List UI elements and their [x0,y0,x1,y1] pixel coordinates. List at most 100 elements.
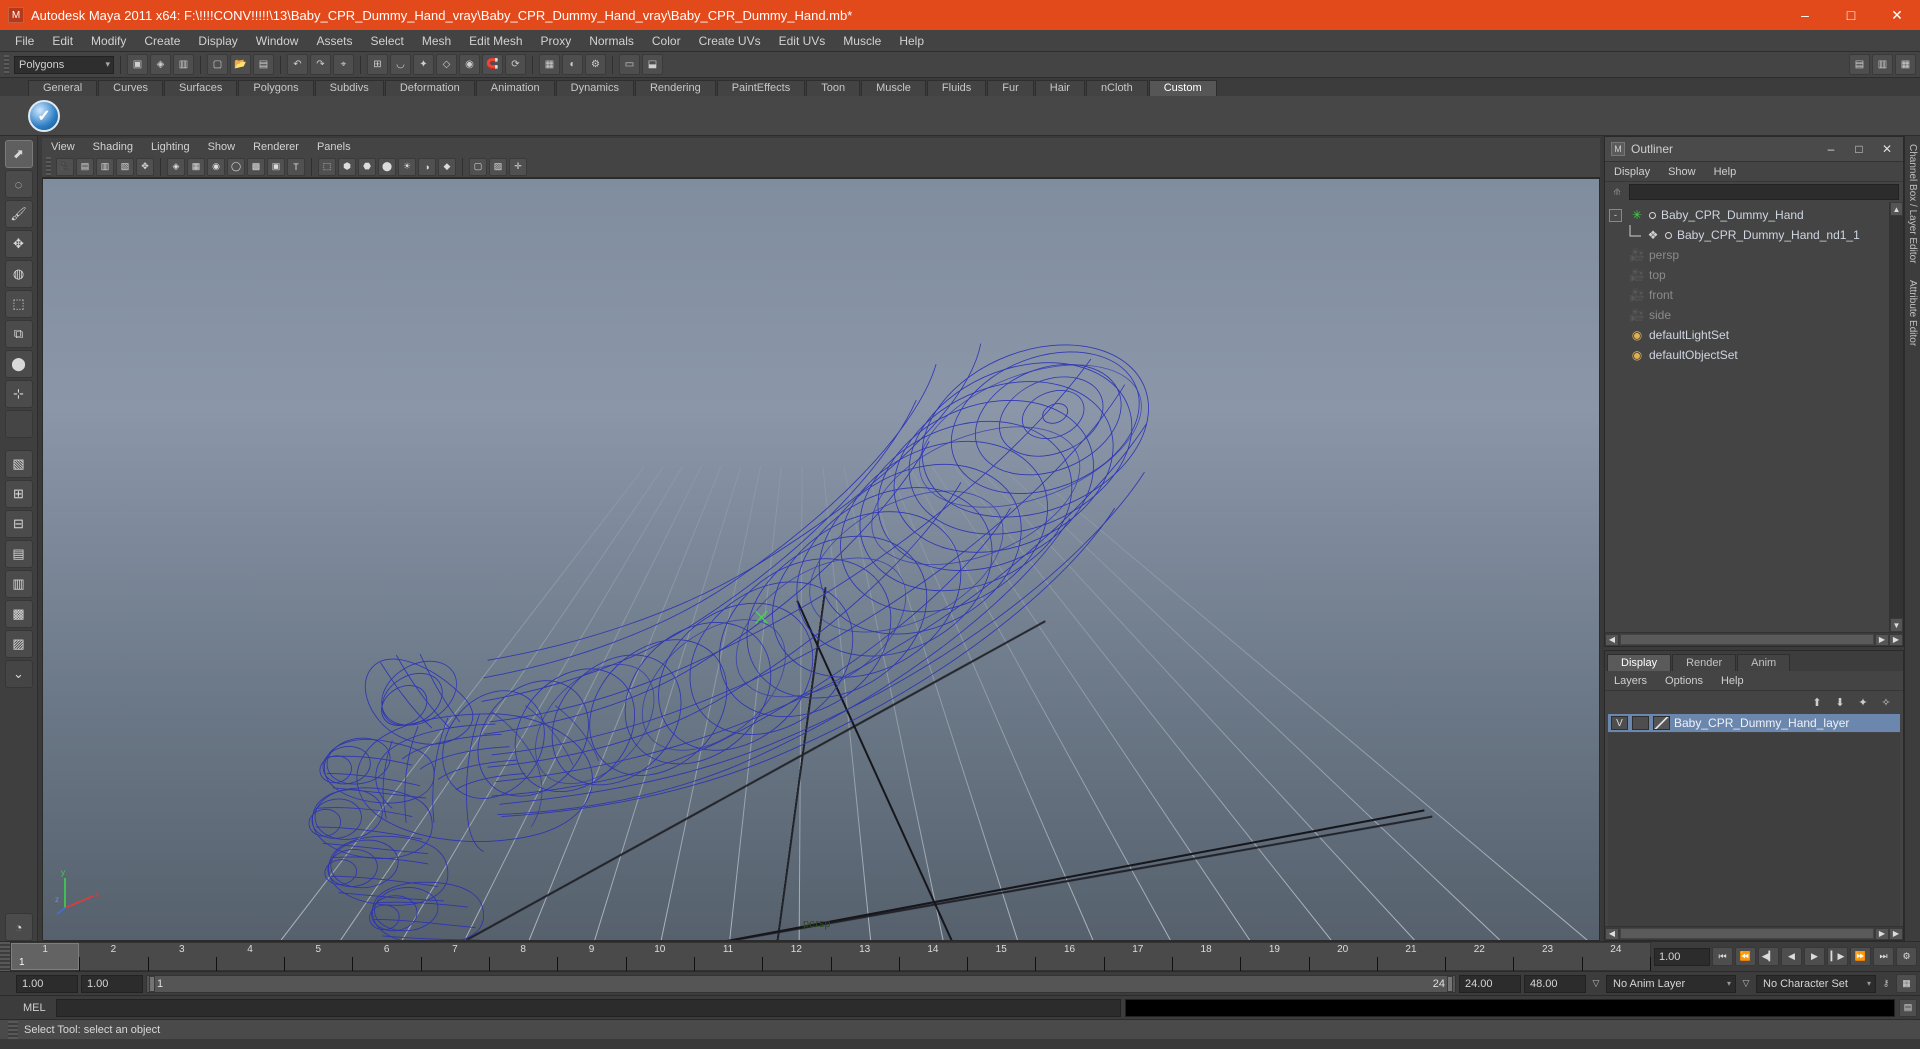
viewport-menu-lighting[interactable]: Lighting [142,141,199,153]
move-tool-icon[interactable]: ✥ [4,230,33,258]
smooth-shade-selected-icon[interactable]: ⬣ [358,157,376,176]
viewport-menu-panels[interactable]: Panels [308,141,360,153]
scale-tool-icon[interactable]: ⬚ [4,290,33,318]
safe-title-icon[interactable]: T [287,157,305,176]
step-back-key-button[interactable]: ⏪ [1735,947,1756,966]
quick-layout-persp-outliner-icon[interactable]: ▥ [4,570,33,598]
lasso-tool-icon[interactable]: ◌ [4,170,33,198]
shaded-textured-icon[interactable]: ⬤ [378,157,396,176]
scroll-right-icon[interactable]: ▶ [1875,927,1889,940]
show-manipulator-icon[interactable]: ⊹ [4,380,33,408]
animation-end-field[interactable]: 48.00 [1524,974,1586,993]
shelf-custom-check-icon[interactable] [28,99,60,132]
layer-list-empty-area[interactable] [1608,733,1900,926]
quick-layout-outliner-icon[interactable]: ⊟ [4,510,33,538]
menu-item-window[interactable]: Window [247,30,308,52]
outliner-horizontal-scrollbar[interactable]: ◀ ▶ ▶ [1605,632,1903,646]
select-by-name-icon[interactable]: ⌖ [333,54,354,75]
magnet-icon[interactable]: 🧲 [482,54,503,75]
menu-item-edit[interactable]: Edit [43,30,82,52]
outliner-close-button[interactable]: ✕ [1873,138,1901,161]
shelf-tab-curves[interactable]: Curves [98,80,163,96]
shelf-tab-custom[interactable]: Custom [1148,80,1217,96]
wireframe-shading-icon[interactable]: ⬚ [318,157,336,176]
3d-viewport[interactable]: y x z persp [42,178,1600,941]
character-set-dropdown-arrow-icon[interactable]: ▽ [1739,975,1753,993]
toolbar-grip[interactable] [4,54,9,75]
range-start-handle[interactable] [149,975,155,992]
command-input[interactable] [55,998,1121,1017]
outliner-tree[interactable]: - ✳ Baby_CPR_Dummy_Hand ❖ Baby_CPR_Dummy_Han… [1605,202,1903,632]
shelf-tab-dynamics[interactable]: Dynamics [555,80,634,96]
shelf-tab-muscle[interactable]: Muscle [861,80,926,96]
outliner-minimize-button[interactable]: – [1817,138,1845,161]
current-frame-field[interactable]: 1.00 [1654,947,1710,966]
construction-history-icon[interactable]: ⟳ [505,54,526,75]
new-layer-icon[interactable]: ✦ [1854,694,1872,710]
outliner-menu-show[interactable]: Show [1659,166,1705,178]
menu-item-select[interactable]: Select [361,30,412,52]
outliner-item[interactable]: 🎥 top [1605,265,1889,285]
last-tool-used-icon[interactable] [4,410,33,438]
range-slider[interactable]: 1 24 [146,974,1456,993]
scroll-track[interactable] [1890,216,1903,618]
soft-modification-icon[interactable]: ⬤ [4,350,33,378]
shelf-tab-rendering[interactable]: Rendering [634,80,716,96]
go-to-start-button[interactable]: ⏮ [1712,947,1733,966]
rotate-tool-icon[interactable]: ◍ [4,260,33,288]
scroll-left-icon[interactable]: ◀ [1605,927,1619,940]
move-layer-up-icon[interactable]: ⬆ [1808,694,1826,710]
viewport-menu-renderer[interactable]: Renderer [244,141,308,153]
anim-layer-dropdown-arrow-icon[interactable]: ▽ [1589,975,1603,993]
range-end-handle[interactable] [1447,975,1453,992]
select-tool-icon[interactable]: ⬈ [4,140,33,168]
layer-tab-anim[interactable]: Anim [1737,654,1791,671]
auto-key-icon[interactable]: ⚷ [1879,975,1893,993]
time-slider-grip[interactable] [0,942,10,971]
snap-point-icon[interactable]: ✦ [413,54,434,75]
command-output[interactable] [1125,998,1895,1017]
shelf-tab-painteffects[interactable]: PaintEffects [716,80,806,96]
shelf-tab-hair[interactable]: Hair [1034,80,1085,96]
scroll-thumb[interactable] [1620,928,1874,939]
viewport-menu-shading[interactable]: Shading [84,141,142,153]
smooth-shade-all-icon[interactable]: ⬢ [338,157,356,176]
help-line-grip[interactable] [8,1020,18,1039]
select-camera-icon[interactable]: 🎥 [56,157,74,176]
snap-grid-icon[interactable]: ⊞ [367,54,388,75]
minimize-button[interactable]: – [1782,0,1828,30]
animation-preferences-button[interactable]: ⚙ [1896,947,1917,966]
snap-live-icon[interactable]: ◉ [459,54,480,75]
viewport-menu-show[interactable]: Show [199,141,245,153]
shelf-tab-deformation[interactable]: Deformation [384,80,475,96]
outliner-menu-display[interactable]: Display [1605,166,1659,178]
shelf-tab-fur[interactable]: Fur [987,80,1034,96]
layer-menu-help[interactable]: Help [1712,675,1753,687]
menu-item-display[interactable]: Display [189,30,246,52]
resolution-gate-icon[interactable]: ◉ [207,157,225,176]
menu-item-normals[interactable]: Normals [580,30,643,52]
time-slider-track[interactable]: 1 1 2 3 4 5 6 7 8 9 10 11 12 13 14 15 16 17 18 19 20 21 22 23 2… [10,942,1651,971]
menu-item-proxy[interactable]: Proxy [532,30,581,52]
step-forward-key-button[interactable]: ⏩ [1850,947,1871,966]
sidebar-channelbox-icon[interactable]: ▤ [1849,54,1870,75]
outliner-search-input[interactable] [1629,184,1899,200]
help-tool-icon[interactable]: ◔ [4,913,33,941]
shelf-tab-subdivs[interactable]: Subdivs [314,80,384,96]
animation-start-field[interactable]: 1.00 [16,974,78,993]
menu-item-create-uvs[interactable]: Create UVs [690,30,770,52]
maximize-button[interactable]: □ [1828,0,1874,30]
layer-tab-render[interactable]: Render [1672,654,1737,671]
outliner-item[interactable]: ◉ defaultLightSet [1605,325,1889,345]
ipr-render-icon[interactable]: ◐ [562,54,583,75]
menu-item-file[interactable]: File [6,30,43,52]
menu-item-mesh[interactable]: Mesh [413,30,460,52]
render-settings-icon[interactable]: ⚙ [585,54,606,75]
go-to-end-button[interactable]: ⏭ [1873,947,1894,966]
quick-layout-more-icon[interactable]: ⌄ [4,660,33,688]
playback-end-field[interactable]: 24.00 [1459,974,1521,993]
outliner-menu-help[interactable]: Help [1705,166,1746,178]
open-scene-icon[interactable]: 📂 [230,54,251,75]
move-layer-down-icon[interactable]: ⬇ [1831,694,1849,710]
menu-item-muscle[interactable]: Muscle [834,30,890,52]
